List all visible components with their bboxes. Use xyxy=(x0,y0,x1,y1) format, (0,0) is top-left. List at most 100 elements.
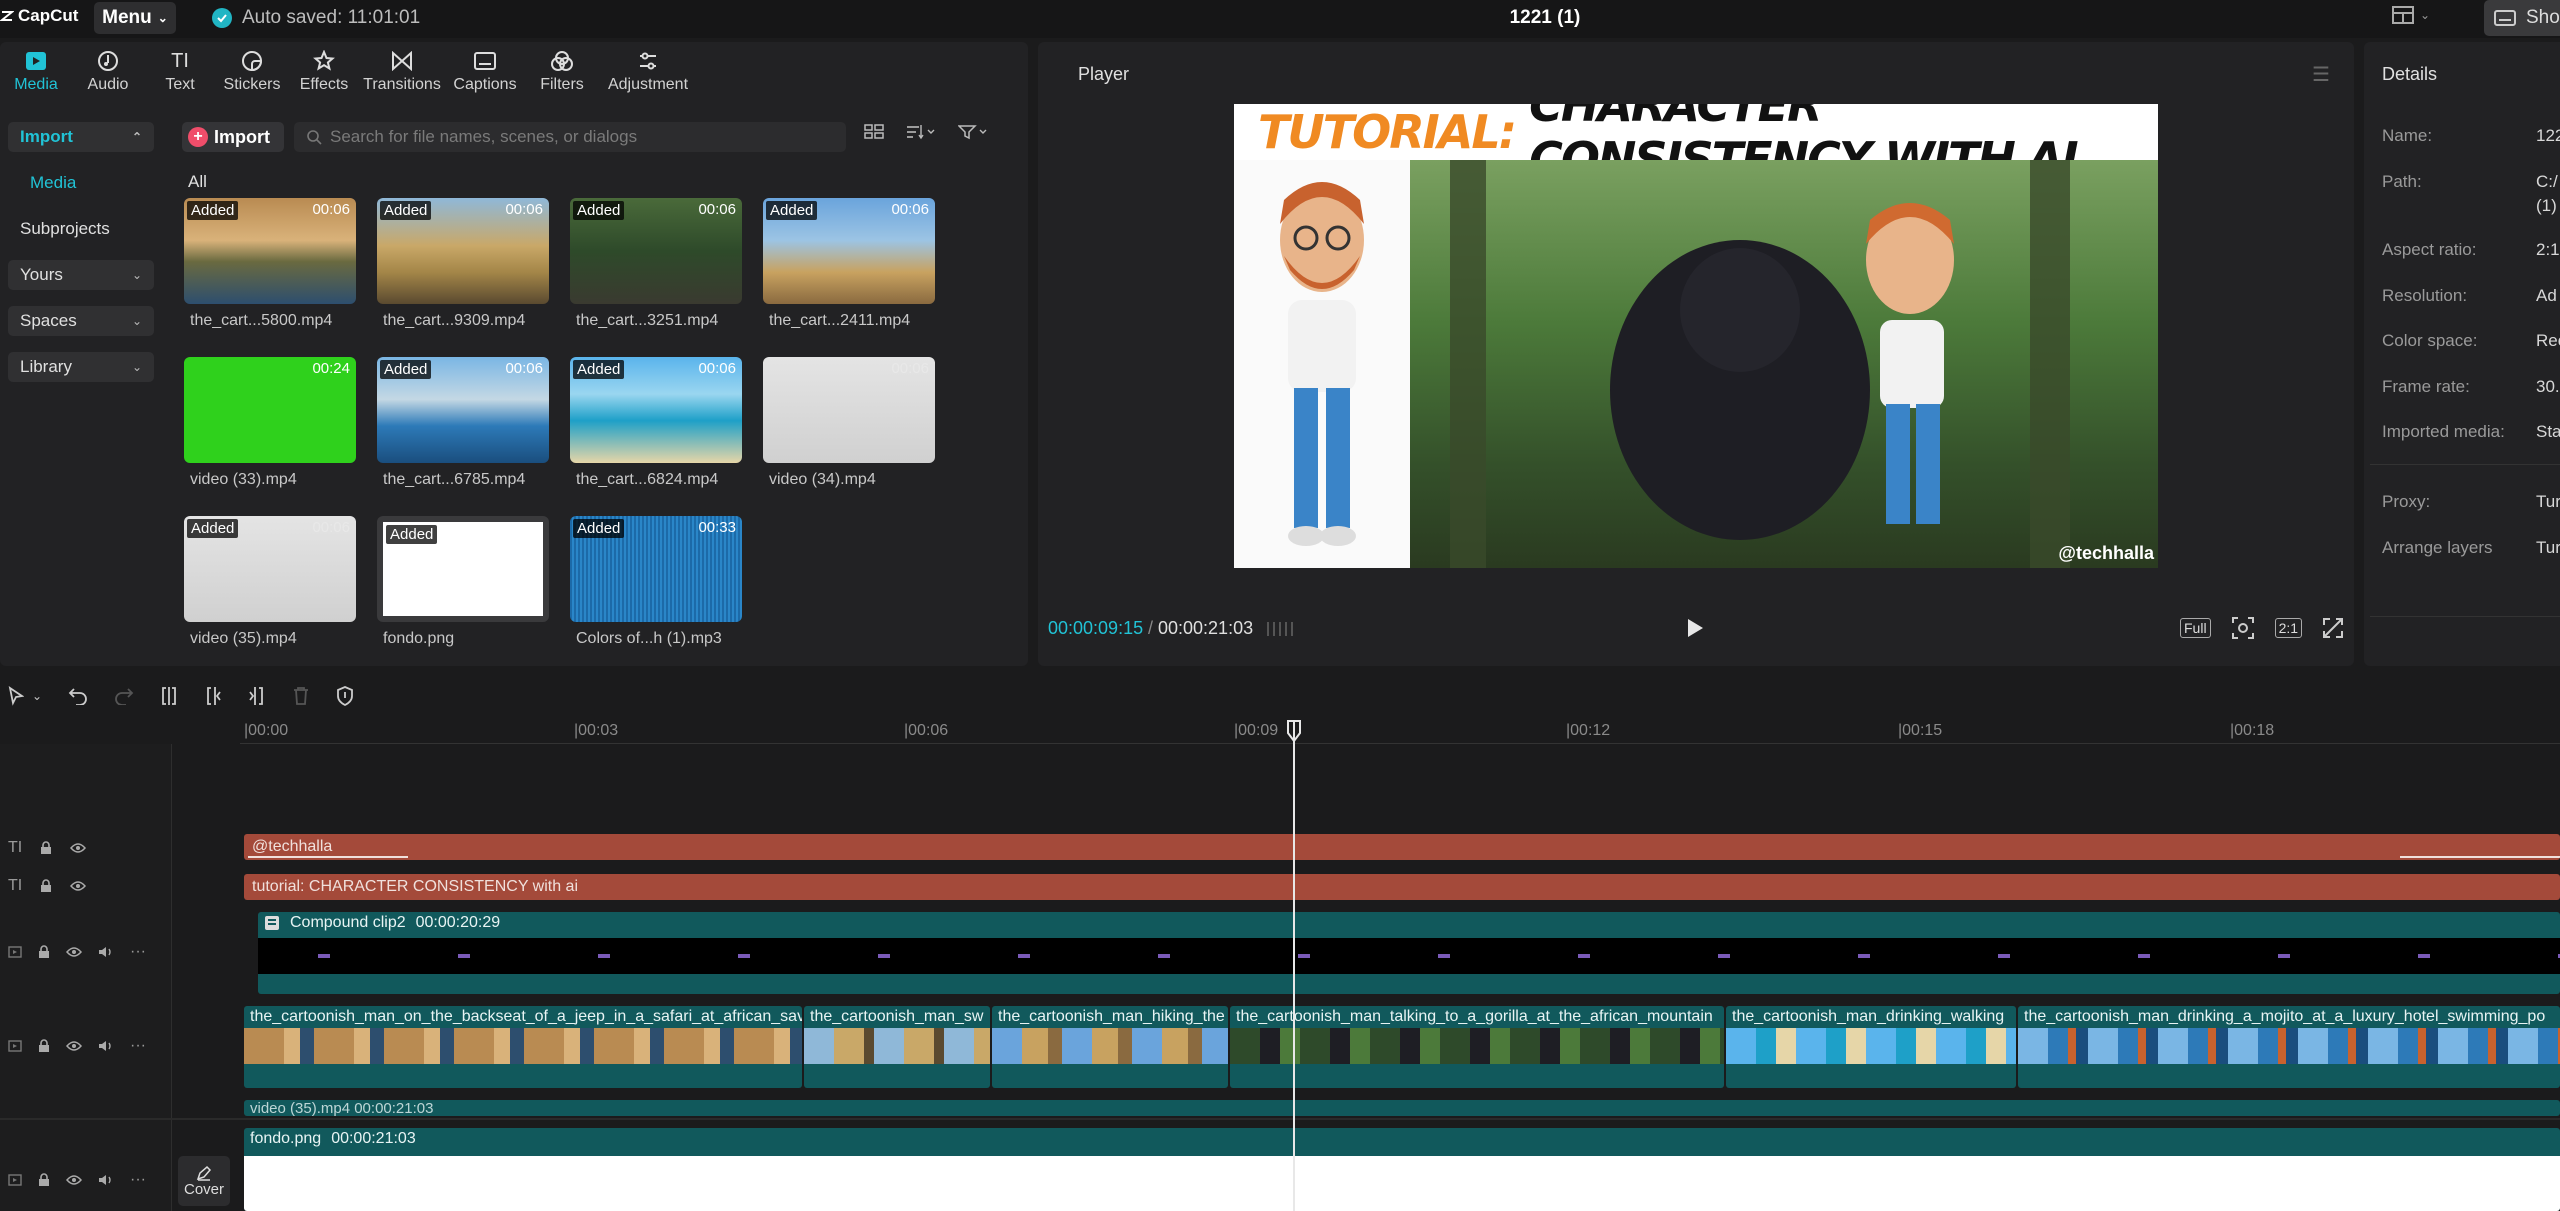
sidebar-item-library[interactable]: Library ⌄ xyxy=(8,352,154,382)
play-button[interactable] xyxy=(1686,618,1704,638)
ruler-tick: |00:09 xyxy=(1234,722,1279,739)
main-clip[interactable]: the_cartoonish_man_on_the_backseat_of_a_… xyxy=(244,1006,802,1088)
search-input[interactable]: Search for file names, scenes, or dialog… xyxy=(294,122,846,152)
media-thumbnail[interactable]: Added 00:06 xyxy=(570,357,742,463)
fondo-clip[interactable]: fondo.png 00:00:21:03 xyxy=(244,1128,2560,1211)
tab-filters[interactable]: Filters xyxy=(526,44,598,102)
grid-view-icon[interactable] xyxy=(864,124,884,140)
more-icon[interactable]: ··· xyxy=(130,943,146,961)
tab-transitions[interactable]: Transitions xyxy=(360,44,444,102)
filmstrip xyxy=(244,1028,802,1064)
sidebar-item-spaces[interactable]: Spaces ⌄ xyxy=(8,306,154,336)
video-track-header: ··· xyxy=(0,940,170,964)
tab-adjustment[interactable]: Adjustment xyxy=(598,44,698,102)
full-quality-button[interactable]: Full xyxy=(2180,618,2211,638)
detail-label: Resolution: xyxy=(2382,286,2468,305)
media-duration: 00:06 xyxy=(891,360,929,377)
text-clip-watermark[interactable]: @techhalla xyxy=(244,834,2560,860)
undo-icon[interactable] xyxy=(68,687,88,705)
tab-captions[interactable]: Captions xyxy=(444,44,526,102)
eye-icon[interactable] xyxy=(66,1174,82,1186)
trim-right-icon[interactable] xyxy=(248,686,266,706)
lock-icon[interactable] xyxy=(38,1173,50,1187)
hamburger-icon[interactable]: ☰ xyxy=(2312,62,2330,87)
trim-left-icon[interactable] xyxy=(204,686,222,706)
text-track-header: TI xyxy=(0,874,170,898)
eye-icon[interactable] xyxy=(70,880,87,892)
sidebar-item-subprojects[interactable]: Subprojects xyxy=(8,214,154,244)
tab-media[interactable]: Media xyxy=(0,44,72,102)
chevron-up-icon: ⌃ xyxy=(131,130,142,144)
sort-icon[interactable] xyxy=(906,124,936,140)
media-thumbnail[interactable]: Added 00:06 xyxy=(377,357,549,463)
video-preview[interactable]: TUTORIAL: CHARACTER CONSISTENCY WITH AI xyxy=(1234,104,2158,568)
ruler-tick: |00:03 xyxy=(574,722,619,739)
shield-icon[interactable] xyxy=(336,686,354,706)
partial-clip[interactable]: video (35).mp4 00:00:21:03 xyxy=(244,1100,2560,1116)
tab-audio[interactable]: Audio xyxy=(72,44,144,102)
shortcuts-button[interactable]: Sho xyxy=(2484,0,2560,36)
tab-stickers[interactable]: Stickers xyxy=(216,44,288,102)
detail-value[interactable]: Tur xyxy=(2536,492,2560,512)
character-illustration xyxy=(1280,182,1364,546)
capcut-logo: CapCut xyxy=(0,6,78,26)
more-icon[interactable]: ··· xyxy=(130,1037,146,1055)
lock-icon[interactable] xyxy=(38,1039,50,1053)
main-clip[interactable]: the_cartoonish_man_drinking_walking xyxy=(1726,1006,2016,1088)
redo-icon[interactable] xyxy=(114,687,134,705)
media-duration: 00:06 xyxy=(312,201,350,218)
tab-effects[interactable]: Effects xyxy=(288,44,360,102)
playhead[interactable] xyxy=(1293,720,1295,1211)
clip-label: fondo.png xyxy=(250,1130,322,1147)
compound-clip[interactable]: Compound clip2 00:00:20:29 xyxy=(258,912,2560,994)
media-thumbnail[interactable]: Added 00:06 xyxy=(184,198,356,304)
text-clip-title[interactable]: tutorial: CHARACTER CONSISTENCY with ai xyxy=(244,874,2560,900)
eye-icon[interactable] xyxy=(70,842,87,854)
sidebar-item-media[interactable]: Media xyxy=(18,168,154,198)
sidebar-item-yours[interactable]: Yours ⌄ xyxy=(8,260,154,290)
timecode-grid-icon[interactable] xyxy=(1266,620,1296,638)
main-clip[interactable]: the_cartoonish_man_talking_to_a_gorilla_… xyxy=(1230,1006,1724,1088)
speaker-icon[interactable] xyxy=(98,1039,114,1053)
main-clip[interactable]: the_cartoonish_man_sw xyxy=(804,1006,990,1088)
media-thumbnail[interactable]: 00:06 xyxy=(763,357,935,463)
tab-text[interactable]: TI Text xyxy=(144,44,216,102)
media-thumbnail[interactable]: Added xyxy=(377,516,549,622)
added-badge: Added xyxy=(187,201,239,220)
aspect-ratio-button[interactable]: 2:1 xyxy=(2274,618,2303,638)
sidebar-item-import[interactable]: Import ⌃ xyxy=(8,122,154,152)
cover-button[interactable]: Cover xyxy=(178,1156,230,1206)
split-icon[interactable] xyxy=(160,686,178,706)
filter-icon[interactable] xyxy=(958,124,988,140)
speaker-icon[interactable] xyxy=(98,1173,114,1187)
media-thumbnail[interactable]: Added 00:06 xyxy=(570,198,742,304)
project-title[interactable]: 1221 (1) xyxy=(1500,7,1590,29)
details-divider xyxy=(2370,464,2560,465)
lock-icon[interactable] xyxy=(40,879,52,893)
lock-icon[interactable] xyxy=(40,841,52,855)
speaker-icon[interactable] xyxy=(98,945,114,959)
menu-button[interactable]: Menu ⌄ xyxy=(94,2,176,34)
more-icon[interactable]: ··· xyxy=(130,1171,146,1189)
chevron-down-icon: ⌄ xyxy=(32,689,43,703)
stickers-icon xyxy=(239,48,265,74)
main-clip[interactable]: the_cartoonish_man_drinking_a_mojito_at_… xyxy=(2018,1006,2560,1088)
media-thumbnail[interactable]: Added 00:06 xyxy=(377,198,549,304)
media-thumbnail[interactable]: Added 00:06 xyxy=(184,516,356,622)
screenshot-icon[interactable] xyxy=(2231,616,2255,640)
delete-icon[interactable] xyxy=(292,686,310,706)
eye-icon[interactable] xyxy=(66,1040,82,1052)
fullscreen-icon[interactable] xyxy=(2322,617,2344,639)
media-thumbnail[interactable]: 00:24 xyxy=(184,357,356,463)
eye-icon[interactable] xyxy=(66,946,82,958)
detail-value[interactable]: Tur xyxy=(2536,538,2560,558)
ruler-tick: |00:12 xyxy=(1566,722,1611,739)
main-clip[interactable]: the_cartoonish_man_hiking_the xyxy=(992,1006,1228,1088)
layout-toggle[interactable]: ⌄ xyxy=(2392,6,2430,24)
lock-icon[interactable] xyxy=(38,945,50,959)
playhead-handle[interactable] xyxy=(1286,720,1302,742)
import-button[interactable]: + Import xyxy=(182,122,284,152)
media-thumbnail[interactable]: Added 00:06 xyxy=(763,198,935,304)
media-thumbnail[interactable]: Added 00:33 xyxy=(570,516,742,622)
select-tool[interactable]: ⌄ xyxy=(8,686,42,706)
